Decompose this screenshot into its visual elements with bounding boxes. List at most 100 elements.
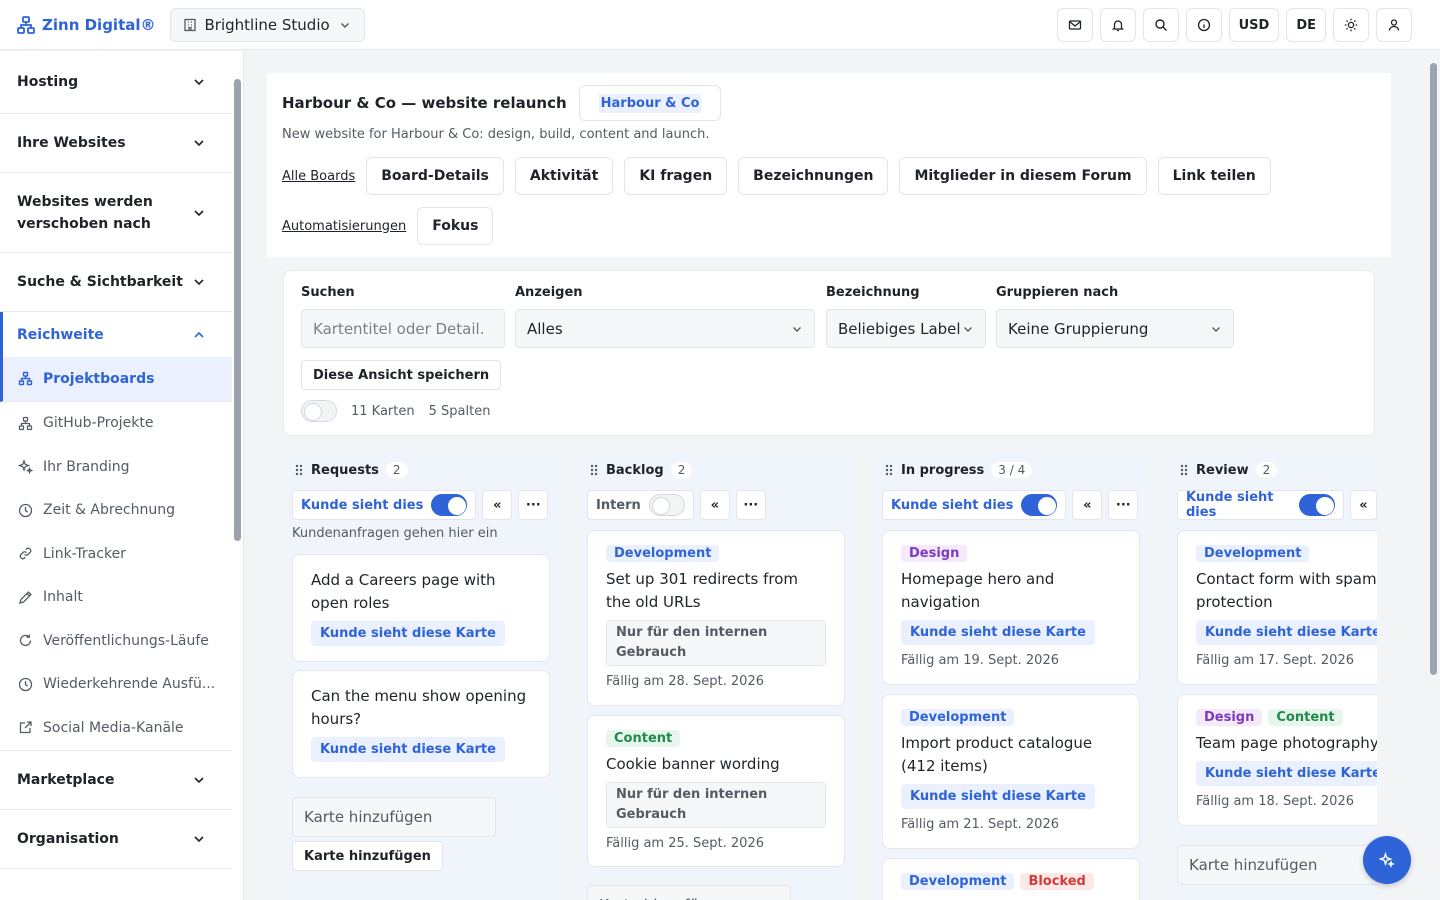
kanban-card[interactable]: Add a Careers page with open roles Kunde… xyxy=(292,554,550,662)
kanban-card[interactable]: Development Import product catalogue (41… xyxy=(882,694,1140,849)
column-menu-button[interactable]: ··· xyxy=(1108,490,1139,520)
drag-handle-icon[interactable] xyxy=(884,463,894,477)
client-visibility-toggle[interactable]: Kunde sieht dies xyxy=(882,490,1067,520)
sidebar-item-link-tracker[interactable]: Link-Tracker xyxy=(0,532,232,576)
messages-button[interactable] xyxy=(1056,8,1093,42)
collapse-column-button[interactable]: « xyxy=(1072,490,1103,520)
kanban-card[interactable]: Development Contact form with spam prote… xyxy=(1177,530,1377,685)
members-button[interactable]: Mitglieder in diesem Forum xyxy=(899,157,1147,195)
sidebar-item-label: Veröffentlichungs-Läufe xyxy=(43,632,209,649)
theme-toggle-button[interactable] xyxy=(1333,8,1369,42)
sidebar-section-websites[interactable]: Ihre Websites xyxy=(0,114,232,173)
add-card-input[interactable]: Karte hinzufügen xyxy=(587,885,791,900)
column-note: Kundenanfragen gehen hier ein xyxy=(292,526,498,541)
client-visibility-toggle[interactable]: Kunde sieht dies xyxy=(292,490,477,520)
all-boards-link[interactable]: Alle Boards xyxy=(282,169,355,184)
add-card-input[interactable]: Karte hinzufügen xyxy=(1177,845,1377,885)
activity-button[interactable]: Aktivität xyxy=(514,157,614,195)
external-link-icon xyxy=(19,721,32,734)
sidebar-item-github-projects[interactable]: GitHub-Projekte xyxy=(0,402,232,446)
chevron-down-icon xyxy=(1212,326,1220,332)
sparkle-icon xyxy=(18,459,33,475)
visibility-switch[interactable] xyxy=(1298,494,1335,516)
ask-ai-button[interactable]: KI fragen xyxy=(624,157,728,195)
language-button[interactable]: DE xyxy=(1286,8,1326,42)
compact-toggle[interactable] xyxy=(301,400,337,422)
clock-icon xyxy=(18,503,33,517)
sidebar-item-project-boards[interactable]: Projektboards xyxy=(3,357,232,401)
kanban-card[interactable]: Development Blocked xyxy=(882,858,1140,900)
top-actions: USD DE xyxy=(1056,8,1412,42)
column-header[interactable]: In progress 3 / 4 xyxy=(884,462,1033,478)
visibility-switch[interactable] xyxy=(1021,494,1058,516)
kanban-card[interactable]: Design Content Team page photography Kun… xyxy=(1177,694,1377,826)
visibility-switch[interactable] xyxy=(431,494,468,516)
help-button[interactable] xyxy=(1185,8,1222,42)
drag-handle-icon[interactable] xyxy=(1179,463,1189,477)
collapse-column-button[interactable]: « xyxy=(482,490,513,520)
sidebar-section-reach[interactable]: Reichweite xyxy=(3,312,232,357)
group-by-select-value: Keine Gruppierung xyxy=(1008,319,1149,338)
client-visible-badge: Kunde sieht diese Karte xyxy=(901,620,1095,645)
sidebar-item-label: Inhalt xyxy=(43,589,83,606)
card-title: Add a Careers page with open roles xyxy=(311,571,496,612)
notifications-button[interactable] xyxy=(1099,8,1136,42)
sidebar-section-seo[interactable]: Suche & Sichtbarkeit xyxy=(0,253,232,312)
collapse-column-button[interactable]: « xyxy=(1349,490,1377,520)
sidebar-item-branding[interactable]: Ihr Branding xyxy=(0,445,232,489)
drag-handle-icon[interactable] xyxy=(294,463,304,477)
column-header[interactable]: Backlog 2 xyxy=(589,462,693,478)
sidebar-section-marketplace[interactable]: Marketplace xyxy=(0,751,232,810)
brand-logo[interactable]: Zinn Digital® xyxy=(16,15,156,35)
show-select[interactable]: Alles xyxy=(515,309,815,348)
column-header[interactable]: Requests 2 xyxy=(294,462,408,478)
sidebar-item-content[interactable]: Inhalt xyxy=(0,576,232,620)
label-select[interactable]: Beliebiges Label xyxy=(826,309,986,348)
search-input[interactable]: Kartentitel oder Detail. xyxy=(301,309,505,348)
ai-assistant-button[interactable] xyxy=(1363,836,1411,884)
focus-button[interactable]: Fokus xyxy=(417,207,494,245)
tag-blocked: Blocked xyxy=(1020,873,1094,890)
org-switcher[interactable]: Brightline Studio xyxy=(169,7,365,42)
kanban-card[interactable]: Content Cookie banner wording Nur für de… xyxy=(587,715,845,867)
column-menu-button[interactable]: ··· xyxy=(735,490,766,520)
group-by-select[interactable]: Keine Gruppierung xyxy=(996,309,1234,348)
add-card-input[interactable]: Karte hinzufügen xyxy=(292,797,496,837)
sidebar-item-publish-runs[interactable]: Veröffentlichungs-Läufe xyxy=(0,619,232,663)
sidebar-section-organisation[interactable]: Organisation xyxy=(0,810,232,869)
sidebar-section-migrations[interactable]: Websites werden verschoben nach xyxy=(0,173,232,253)
sidebar-section-hosting[interactable]: Hosting xyxy=(0,51,232,114)
main-scrollbar[interactable] xyxy=(1427,51,1440,900)
kanban-card[interactable]: Can the menu show opening hours? Kunde s… xyxy=(292,670,550,778)
board-details-button[interactable]: Board-Details xyxy=(366,157,504,195)
main-scrollbar-thumb[interactable] xyxy=(1430,63,1437,675)
column-menu-button[interactable]: ··· xyxy=(518,490,549,520)
org-switcher-label: Brightline Studio xyxy=(204,15,330,34)
visibility-switch[interactable] xyxy=(648,494,685,516)
account-button[interactable] xyxy=(1376,8,1412,42)
sidebar-item-recurring-runs[interactable]: Wiederkehrende Ausfü... xyxy=(0,663,232,707)
collapse-column-button[interactable]: « xyxy=(699,490,730,520)
kanban-card[interactable]: Design Homepage hero and navigation Kund… xyxy=(882,530,1140,685)
search-label: Suchen xyxy=(301,285,355,300)
sidebar-item-social-channels[interactable]: Social Media-Kanäle xyxy=(0,706,232,750)
currency-button[interactable]: USD xyxy=(1228,8,1280,42)
client-chip[interactable]: Harbour & Co xyxy=(578,85,722,121)
tag-design: Design xyxy=(901,545,968,562)
share-link-button[interactable]: Link teilen xyxy=(1157,157,1271,195)
add-card-button[interactable]: Karte hinzufügen xyxy=(292,841,443,871)
sidebar-scrollbar-thumb[interactable] xyxy=(234,79,241,541)
sidebar-item-time-billing[interactable]: Zeit & Abrechnung xyxy=(0,489,232,533)
client-visibility-toggle[interactable]: Intern xyxy=(587,490,694,520)
column-header[interactable]: Review 2 xyxy=(1179,462,1278,478)
drag-handle-icon[interactable] xyxy=(589,463,599,477)
automations-link[interactable]: Automatisierungen xyxy=(282,219,406,234)
labels-button[interactable]: Bezeichnungen xyxy=(738,157,889,195)
card-title: Set up 301 redirects from the old URLs xyxy=(606,570,799,611)
search-button[interactable] xyxy=(1142,8,1179,42)
sidebar-scrollbar[interactable] xyxy=(234,65,241,891)
card-title: Contact form with spam protection xyxy=(1196,570,1377,611)
kanban-card[interactable]: Development Set up 301 redirects from th… xyxy=(587,530,845,706)
save-view-button[interactable]: Diese Ansicht speichern xyxy=(301,360,502,390)
client-visibility-toggle[interactable]: Kunde sieht dies xyxy=(1177,490,1344,520)
